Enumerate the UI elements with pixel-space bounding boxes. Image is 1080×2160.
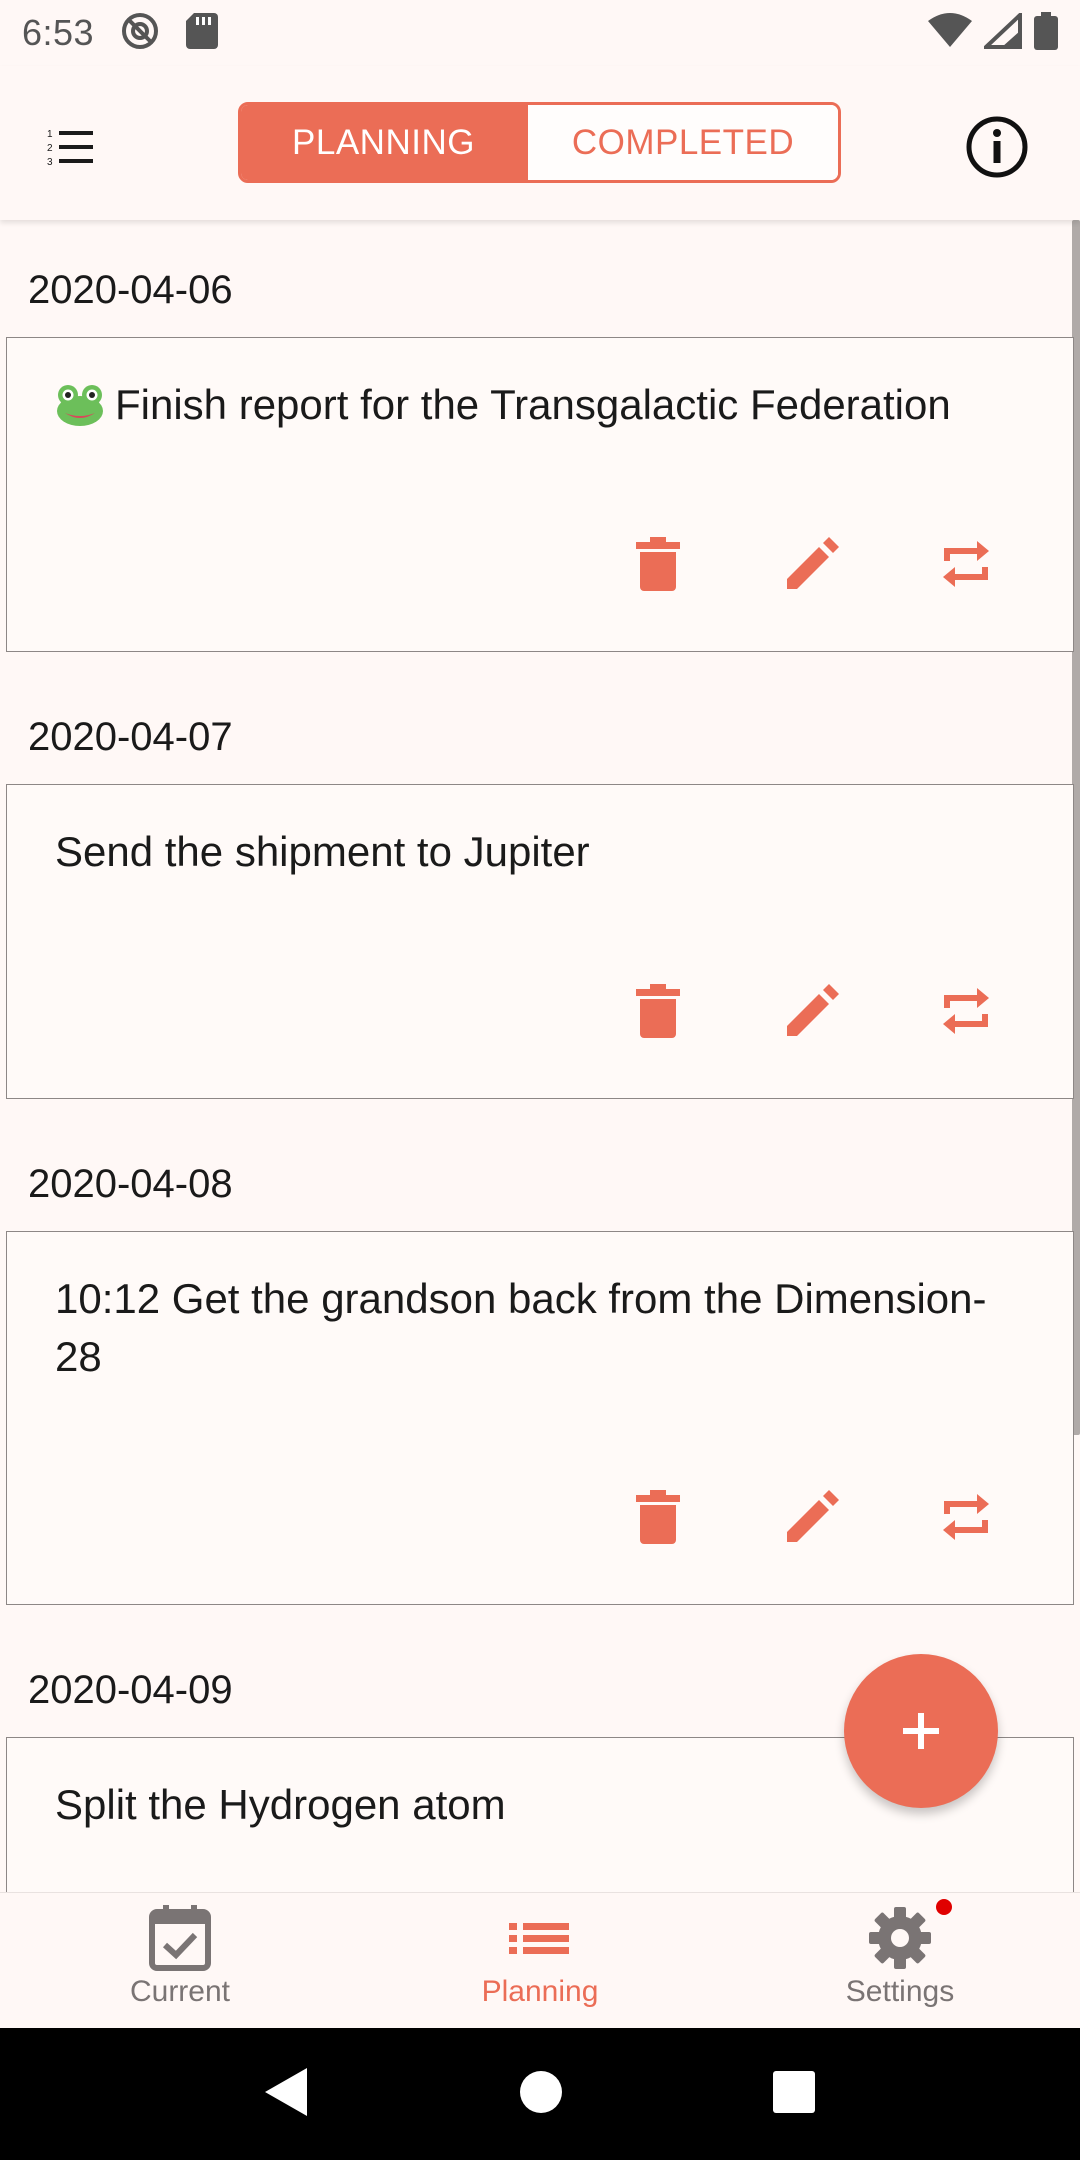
task-card[interactable]: Send the shipment to Jupiter bbox=[6, 784, 1074, 1099]
gear-icon bbox=[869, 1907, 931, 1969]
at-sign-icon bbox=[120, 11, 160, 56]
task-card[interactable]: 10:12 Get the grandson back from the Dim… bbox=[6, 1231, 1074, 1605]
date-header: 2020-04-09 bbox=[28, 1668, 233, 1712]
screen: 6:53 1 2 3 PLANNING COMPLETED 2020-04-06… bbox=[0, 0, 1080, 2160]
wifi-icon bbox=[928, 12, 972, 54]
nav-label: Current bbox=[129, 1975, 231, 2008]
app-bar: 1 2 3 PLANNING COMPLETED bbox=[0, 66, 1080, 220]
system-navigation-bar bbox=[0, 2028, 1080, 2160]
task-list[interactable]: 2020-04-06 Finish report for the Transga… bbox=[0, 220, 1080, 1892]
card-actions bbox=[631, 984, 993, 1038]
repeat-icon[interactable] bbox=[939, 984, 993, 1038]
list-icon bbox=[509, 1923, 569, 1954]
bottom-navigation: Current Planning Settings bbox=[0, 1892, 1080, 2028]
battery-icon bbox=[1034, 11, 1058, 55]
back-icon[interactable] bbox=[265, 2067, 309, 2121]
card-actions bbox=[631, 1490, 993, 1544]
nav-settings[interactable]: Settings bbox=[720, 1893, 1080, 2028]
home-icon[interactable] bbox=[519, 2070, 563, 2119]
list-numbered-icon[interactable]: 1 2 3 bbox=[38, 114, 104, 180]
plus-icon bbox=[903, 1713, 939, 1749]
status-bar: 6:53 bbox=[0, 0, 1080, 66]
calendar-check-icon bbox=[149, 1905, 211, 1971]
repeat-icon[interactable] bbox=[939, 1490, 993, 1544]
delete-icon[interactable] bbox=[631, 984, 685, 1038]
edit-icon[interactable] bbox=[785, 537, 839, 591]
task-text: Finish report for the Transgalactic Fede… bbox=[55, 376, 1015, 442]
task-title: 10:12 Get the grandson back from the Dim… bbox=[55, 1275, 987, 1380]
edit-icon[interactable] bbox=[785, 984, 839, 1038]
signal-icon bbox=[980, 9, 1022, 54]
svg-text:3: 3 bbox=[47, 157, 53, 167]
recents-icon[interactable] bbox=[773, 2070, 815, 2118]
nav-label: Planning bbox=[481, 1975, 599, 2008]
date-header: 2020-04-07 bbox=[28, 715, 233, 759]
svg-text:1: 1 bbox=[47, 129, 53, 140]
nav-label: Settings bbox=[845, 1975, 955, 2008]
repeat-icon[interactable] bbox=[939, 537, 993, 591]
task-title: Finish report for the Transgalactic Fede… bbox=[115, 381, 951, 428]
nav-current[interactable]: Current bbox=[0, 1893, 360, 2028]
task-card[interactable]: Finish report for the Transgalactic Fede… bbox=[6, 337, 1074, 652]
add-task-button[interactable] bbox=[844, 1654, 998, 1808]
delete-icon[interactable] bbox=[631, 1490, 685, 1544]
edit-icon[interactable] bbox=[785, 1490, 839, 1544]
sd-card-icon bbox=[186, 12, 219, 54]
card-actions bbox=[631, 537, 993, 591]
notification-badge bbox=[936, 1899, 952, 1915]
tab-switcher: PLANNING COMPLETED bbox=[238, 102, 841, 183]
info-icon[interactable] bbox=[958, 108, 1036, 186]
task-title: Send the shipment to Jupiter bbox=[55, 828, 590, 875]
tab-completed[interactable]: COMPLETED bbox=[526, 105, 838, 180]
nav-planning[interactable]: Planning bbox=[360, 1893, 720, 2028]
status-time: 6:53 bbox=[22, 12, 95, 53]
svg-text:2: 2 bbox=[47, 143, 53, 154]
date-header: 2020-04-08 bbox=[28, 1162, 233, 1206]
frog-emoji-icon bbox=[55, 383, 105, 442]
date-header: 2020-04-06 bbox=[28, 268, 233, 312]
delete-icon[interactable] bbox=[631, 537, 685, 591]
tab-planning[interactable]: PLANNING bbox=[241, 105, 526, 180]
